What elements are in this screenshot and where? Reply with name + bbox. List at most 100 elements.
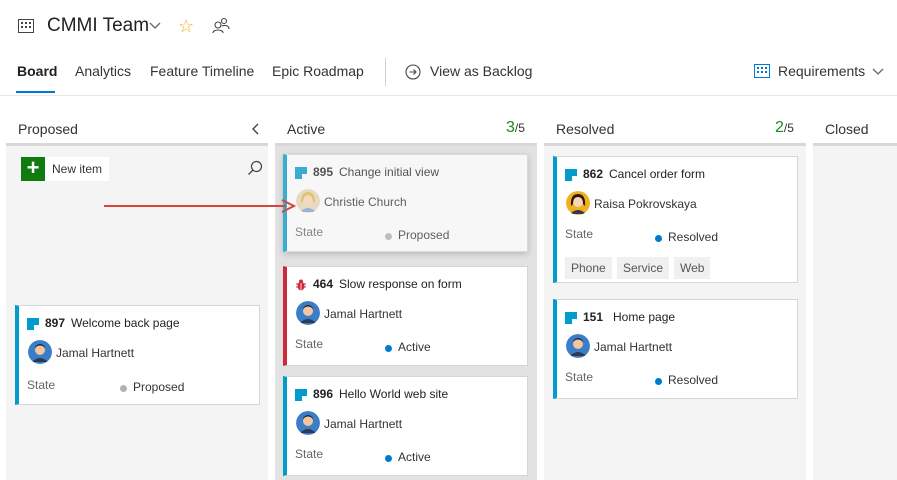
- avatar: [296, 301, 320, 325]
- tab-bar: Board Analytics Feature Timeline Epic Ro…: [0, 52, 897, 96]
- state-value[interactable]: Proposed: [398, 228, 449, 242]
- work-item-id: 464: [313, 277, 334, 291]
- tag[interactable]: Web: [674, 257, 711, 279]
- assigned-to[interactable]: Jamal Hartnett: [324, 307, 402, 321]
- avatar: [28, 340, 52, 364]
- assigned-to[interactable]: Jamal Hartnett: [594, 340, 672, 354]
- column-title: Proposed: [18, 121, 78, 137]
- board-icon: [18, 19, 34, 33]
- user-story-icon: [565, 312, 577, 324]
- column-title: Resolved: [556, 121, 615, 137]
- work-item-title[interactable]: Home page: [613, 310, 675, 324]
- work-item-title[interactable]: Slow response on form: [339, 277, 462, 291]
- tab-epic-roadmap[interactable]: Epic Roadmap: [272, 63, 364, 79]
- column-proposed: Proposed + New item 897 Welcome back pag…: [6, 96, 268, 480]
- new-item-button[interactable]: + New item: [21, 157, 109, 181]
- user-story-icon: [565, 169, 577, 181]
- column-header: Closed: [813, 96, 897, 146]
- wip-count: 3/5: [506, 119, 525, 137]
- drag-arrow-icon: [104, 199, 296, 213]
- active-tab-indicator: [16, 91, 55, 93]
- assigned-to[interactable]: Jamal Hartnett: [324, 417, 402, 431]
- work-item-title[interactable]: Change initial view: [339, 165, 439, 179]
- chevron-left-icon[interactable]: [251, 123, 261, 135]
- state-label: State: [295, 337, 324, 351]
- column-closed: Closed: [813, 96, 897, 480]
- wip-limit: /5: [514, 121, 525, 135]
- state-label: State: [565, 227, 594, 241]
- tab-feature-timeline[interactable]: Feature Timeline: [150, 63, 254, 79]
- assigned-to[interactable]: Raisa Pokrovskaya: [594, 197, 697, 211]
- work-item-id: 151: [583, 310, 604, 324]
- wip-limit: /5: [783, 121, 794, 135]
- state-dot: [385, 233, 392, 240]
- chevron-down-icon[interactable]: [149, 22, 161, 30]
- chevron-down-icon[interactable]: [872, 68, 884, 76]
- view-as-backlog-link[interactable]: View as Backlog: [430, 63, 532, 79]
- avatar: [296, 189, 320, 213]
- avatar: [296, 411, 320, 435]
- column-header: Proposed: [6, 96, 268, 146]
- work-item-title[interactable]: Hello World web site: [339, 387, 448, 401]
- backlog-level-icon[interactable]: [754, 64, 770, 78]
- work-item-card-dragging[interactable]: 895 Change initial view Christie Church …: [283, 154, 528, 252]
- user-story-icon: [27, 318, 39, 330]
- state-value[interactable]: Resolved: [668, 373, 718, 387]
- work-item-title[interactable]: Cancel order form: [609, 167, 705, 181]
- assigned-to[interactable]: Jamal Hartnett: [56, 346, 134, 360]
- wip-current: 2: [775, 119, 784, 136]
- work-item-card[interactable]: 897 Welcome back page Jamal Hartnett Sta…: [15, 305, 260, 405]
- work-item-card[interactable]: 896 Hello World web site Jamal Hartnett …: [283, 376, 528, 476]
- favorite-star-icon[interactable]: ☆: [178, 16, 194, 36]
- column-active: Active 3/5 895 Change initial view Chris…: [275, 96, 537, 480]
- wip-current: 3: [506, 119, 515, 136]
- state-dot: [385, 455, 392, 462]
- work-item-title[interactable]: Welcome back page: [71, 316, 180, 330]
- work-item-id: 897: [45, 316, 66, 330]
- column-body: [813, 146, 897, 480]
- state-label: State: [295, 447, 324, 461]
- state-dot: [655, 378, 662, 385]
- avatar: [566, 334, 590, 358]
- column-title: Active: [287, 121, 326, 137]
- bug-icon: [296, 279, 306, 291]
- tag[interactable]: Service: [617, 257, 670, 279]
- tab-divider: [385, 58, 386, 86]
- search-icon[interactable]: [247, 160, 263, 176]
- tab-board[interactable]: Board: [17, 63, 57, 79]
- work-item-id: 862: [583, 167, 604, 181]
- avatar: [566, 191, 590, 215]
- state-value[interactable]: Active: [398, 340, 431, 354]
- work-item-card[interactable]: 151 Home page Jamal Hartnett State Resol…: [553, 299, 798, 399]
- plus-icon: +: [21, 157, 45, 181]
- state-value[interactable]: Resolved: [668, 230, 718, 244]
- backlog-level-selector[interactable]: Requirements: [778, 63, 865, 79]
- arrow-circle-right-icon[interactable]: [405, 64, 421, 80]
- new-item-label: New item: [52, 162, 103, 176]
- state-dot: [655, 235, 662, 242]
- column-header: Active 3/5: [275, 96, 537, 146]
- column-title: Closed: [825, 121, 869, 137]
- wip-count: 2/5: [775, 119, 794, 137]
- user-story-icon: [295, 389, 307, 401]
- column-header: Resolved 2/5: [544, 96, 806, 146]
- team-members-icon[interactable]: [212, 17, 230, 34]
- user-story-icon: [295, 167, 307, 179]
- work-item-id: 895: [313, 165, 334, 179]
- tab-analytics[interactable]: Analytics: [75, 63, 131, 79]
- state-label: State: [295, 225, 324, 239]
- state-value[interactable]: Active: [398, 450, 431, 464]
- work-item-card[interactable]: 862 Cancel order form Raisa Pokrovskaya …: [553, 156, 798, 283]
- work-item-id: 896: [313, 387, 334, 401]
- state-value[interactable]: Proposed: [133, 380, 184, 394]
- state-label: State: [565, 370, 594, 384]
- tag[interactable]: Phone: [565, 257, 612, 279]
- work-item-card[interactable]: 464 Slow response on form Jamal Hartnett…: [283, 266, 528, 366]
- state-dot: [385, 345, 392, 352]
- column-resolved: Resolved 2/5 862 Cancel order form Raisa…: [544, 96, 806, 480]
- team-name[interactable]: CMMI Team: [47, 15, 149, 37]
- assigned-to[interactable]: Christie Church: [324, 195, 407, 209]
- state-dot: [120, 385, 127, 392]
- state-label: State: [27, 378, 56, 392]
- header: CMMI Team ☆: [0, 0, 897, 52]
